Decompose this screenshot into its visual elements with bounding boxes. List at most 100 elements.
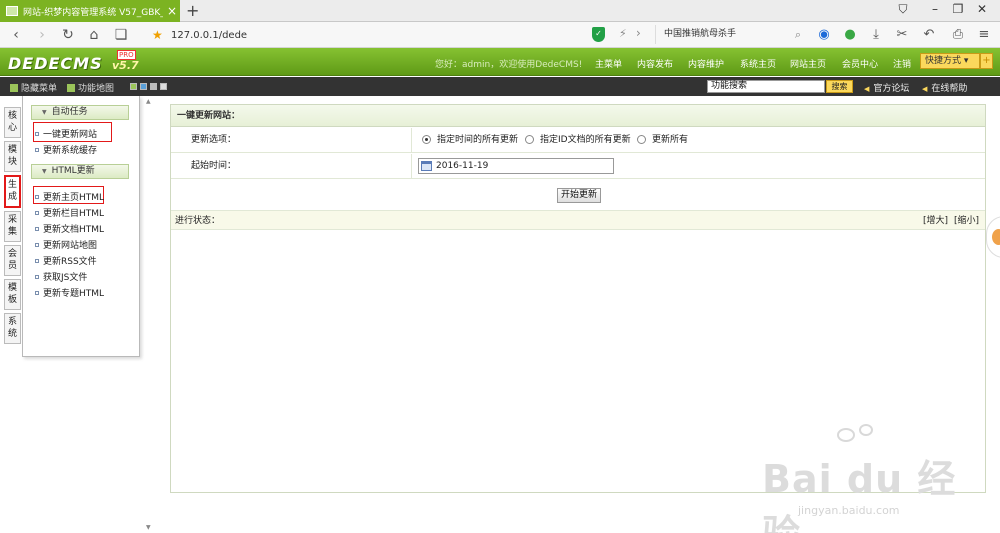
menu-item-one-click-update[interactable]: 一键更新网站 bbox=[35, 127, 97, 140]
radio-by-time-label[interactable]: 指定时间的所有更新 bbox=[437, 128, 518, 153]
shield-icon[interactable]: ✓ bbox=[592, 27, 605, 42]
bullet-icon bbox=[35, 291, 39, 295]
nav-content-publish[interactable]: 内容发布 bbox=[637, 57, 673, 70]
site-map-label: 功能地图 bbox=[78, 84, 115, 94]
browser-tab-active[interactable]: 网站-织梦内容管理系统 V57_GBK_SP × bbox=[0, 0, 180, 22]
radio-all-label[interactable]: 更新所有 bbox=[652, 128, 688, 153]
nav-site-home[interactable]: 网站主页 bbox=[790, 57, 826, 70]
bullet-icon bbox=[35, 243, 39, 247]
skin-gray-icon[interactable] bbox=[150, 83, 157, 90]
vtab-collect[interactable]: 采集 bbox=[4, 211, 21, 242]
nav-content-maintain[interactable]: 内容维护 bbox=[688, 57, 724, 70]
address-bar[interactable]: 127.0.0.1/dede bbox=[171, 30, 247, 41]
forward-icon[interactable]: › bbox=[33, 27, 51, 43]
reload-icon[interactable]: ↻ bbox=[59, 27, 77, 43]
chevron-down-icon: ▼ bbox=[42, 109, 47, 116]
window-close-icon[interactable]: ✕ bbox=[972, 2, 992, 16]
arrow-right-icon[interactable]: › bbox=[636, 26, 641, 40]
radio-by-time[interactable] bbox=[422, 135, 431, 144]
browser-search-box[interactable]: 中国推销航母杀手 ⌕ bbox=[655, 25, 805, 44]
scissors-icon[interactable]: ✂ bbox=[894, 27, 910, 42]
chat-icon[interactable]: ● bbox=[842, 27, 858, 42]
bullet-icon bbox=[35, 275, 39, 279]
vtab-generate[interactable]: 生成 bbox=[4, 175, 21, 208]
scroll-down-icon[interactable]: ▼ bbox=[146, 524, 151, 531]
home-icon[interactable]: ⌂ bbox=[85, 27, 103, 43]
restore-icon[interactable]: ❐ bbox=[948, 2, 968, 16]
function-search-input[interactable]: 功能搜索 bbox=[707, 80, 825, 93]
menu-item-label: 更新文档HTML bbox=[43, 225, 105, 235]
start-date-input[interactable]: 2016-11-19 bbox=[418, 158, 614, 174]
menu-item-get-js[interactable]: 获取JS文件 bbox=[35, 270, 87, 283]
tshirt-icon[interactable]: ⛉ bbox=[893, 2, 913, 17]
start-update-button[interactable]: 开始更新 bbox=[557, 188, 601, 203]
undo-icon[interactable]: ↶ bbox=[921, 27, 937, 42]
tab-close-icon[interactable]: × bbox=[167, 4, 177, 18]
browser-nav-bar: ‹ › ↻ ⌂ ❏ ★ 127.0.0.1/dede ✓ ⚡ › 中国推销航母杀… bbox=[0, 22, 1000, 48]
scroll-up-icon[interactable]: ▲ bbox=[146, 98, 151, 105]
nav-member-center[interactable]: 会员中心 bbox=[842, 57, 878, 70]
flash-icon[interactable]: ⚡ bbox=[619, 27, 627, 40]
skin-white-icon[interactable] bbox=[160, 83, 167, 90]
panel-title: 一键更新网站： bbox=[171, 105, 985, 127]
menu-icon[interactable]: ≡ bbox=[976, 27, 992, 42]
tab-title: 网站-织梦内容管理系统 V57_GBK_SP bbox=[23, 7, 163, 18]
baidu-watermark: Bai du 经验 jingyan.baidu.com bbox=[762, 420, 992, 533]
menu-item-update-column-html[interactable]: 更新栏目HTML bbox=[35, 206, 104, 219]
nav-logout[interactable]: 注销 bbox=[893, 57, 911, 70]
floating-assistant-icon[interactable] bbox=[986, 216, 1000, 258]
skin-blue-icon[interactable] bbox=[140, 83, 147, 90]
function-search-button[interactable]: 搜索 bbox=[826, 80, 853, 93]
quick-menu-button[interactable]: 快捷方式 ▾ bbox=[920, 53, 980, 69]
radio-all[interactable] bbox=[637, 135, 646, 144]
radio-by-id[interactable] bbox=[525, 135, 534, 144]
menu-item-label: 更新专题HTML bbox=[43, 289, 105, 299]
radio-by-id-label[interactable]: 指定ID文档的所有更新 bbox=[540, 128, 631, 153]
minimize-icon[interactable]: – bbox=[925, 2, 945, 16]
hide-menu-button[interactable]: 隐藏菜单 bbox=[10, 81, 57, 94]
share-icon[interactable]: ⎙ bbox=[950, 27, 966, 42]
menu-item-update-sitemap[interactable]: 更新网站地图 bbox=[35, 238, 97, 251]
menu-item-update-topic-html[interactable]: 更新专题HTML bbox=[35, 286, 104, 299]
nav-main-menu[interactable]: 主菜单 bbox=[595, 57, 622, 70]
search-icon[interactable]: ⌕ bbox=[795, 25, 801, 44]
menu-item-update-home-html[interactable]: 更新主页HTML bbox=[35, 190, 104, 203]
menu-item-update-cache[interactable]: 更新系统缓存 bbox=[35, 143, 97, 156]
logo: DEDECMS bbox=[8, 54, 103, 73]
back-icon[interactable]: ‹ bbox=[7, 27, 25, 43]
vtab-core[interactable]: 核心 bbox=[4, 107, 21, 138]
help-link[interactable]: ◀ 在线帮助 bbox=[922, 81, 967, 94]
menu-group-html-update[interactable]: ▼ HTML更新 bbox=[31, 164, 129, 179]
menu-group-auto-tasks[interactable]: ▼ 自动任务 bbox=[31, 105, 129, 120]
calendar-icon[interactable] bbox=[421, 161, 432, 171]
bullet-icon bbox=[35, 148, 39, 152]
vtab-system[interactable]: 系统 bbox=[4, 313, 21, 344]
start-time-label: 起始时间： bbox=[191, 161, 237, 171]
favicon-icon bbox=[6, 6, 18, 16]
star-icon[interactable]: ★ bbox=[152, 28, 163, 42]
download-icon[interactable]: ⤓ bbox=[868, 27, 884, 42]
menu-item-update-rss[interactable]: 更新RSS文件 bbox=[35, 254, 97, 267]
menu-item-update-doc-html[interactable]: 更新文档HTML bbox=[35, 222, 104, 235]
paw-icon bbox=[859, 424, 873, 436]
nav-system-home[interactable]: 系统主页 bbox=[740, 57, 776, 70]
menu-item-label: 获取JS文件 bbox=[43, 273, 88, 283]
update-option-label: 更新选项： bbox=[191, 135, 237, 145]
quick-add-button[interactable]: + bbox=[980, 53, 993, 69]
bullet-icon bbox=[35, 259, 39, 263]
menu-scrollbar[interactable]: ▲ ▼ bbox=[146, 96, 153, 533]
translate-icon[interactable]: ◉ bbox=[816, 27, 832, 42]
shrink-link[interactable]: [缩小] bbox=[954, 211, 979, 231]
new-tab-button[interactable]: + bbox=[186, 1, 199, 20]
bullet-icon bbox=[35, 132, 39, 136]
forum-link[interactable]: ◀ 官方论坛 bbox=[864, 81, 909, 94]
vtab-member[interactable]: 会员 bbox=[4, 245, 21, 276]
vtab-module[interactable]: 模块 bbox=[4, 141, 21, 172]
vtab-template[interactable]: 模板 bbox=[4, 279, 21, 310]
site-map-button[interactable]: 功能地图 bbox=[67, 81, 114, 94]
enlarge-link[interactable]: [增大] bbox=[923, 211, 948, 231]
bullet-icon bbox=[35, 195, 39, 199]
skin-green-icon[interactable] bbox=[130, 83, 137, 90]
menu-item-label: 更新系统缓存 bbox=[43, 146, 98, 156]
reader-icon[interactable]: ❏ bbox=[112, 27, 130, 43]
